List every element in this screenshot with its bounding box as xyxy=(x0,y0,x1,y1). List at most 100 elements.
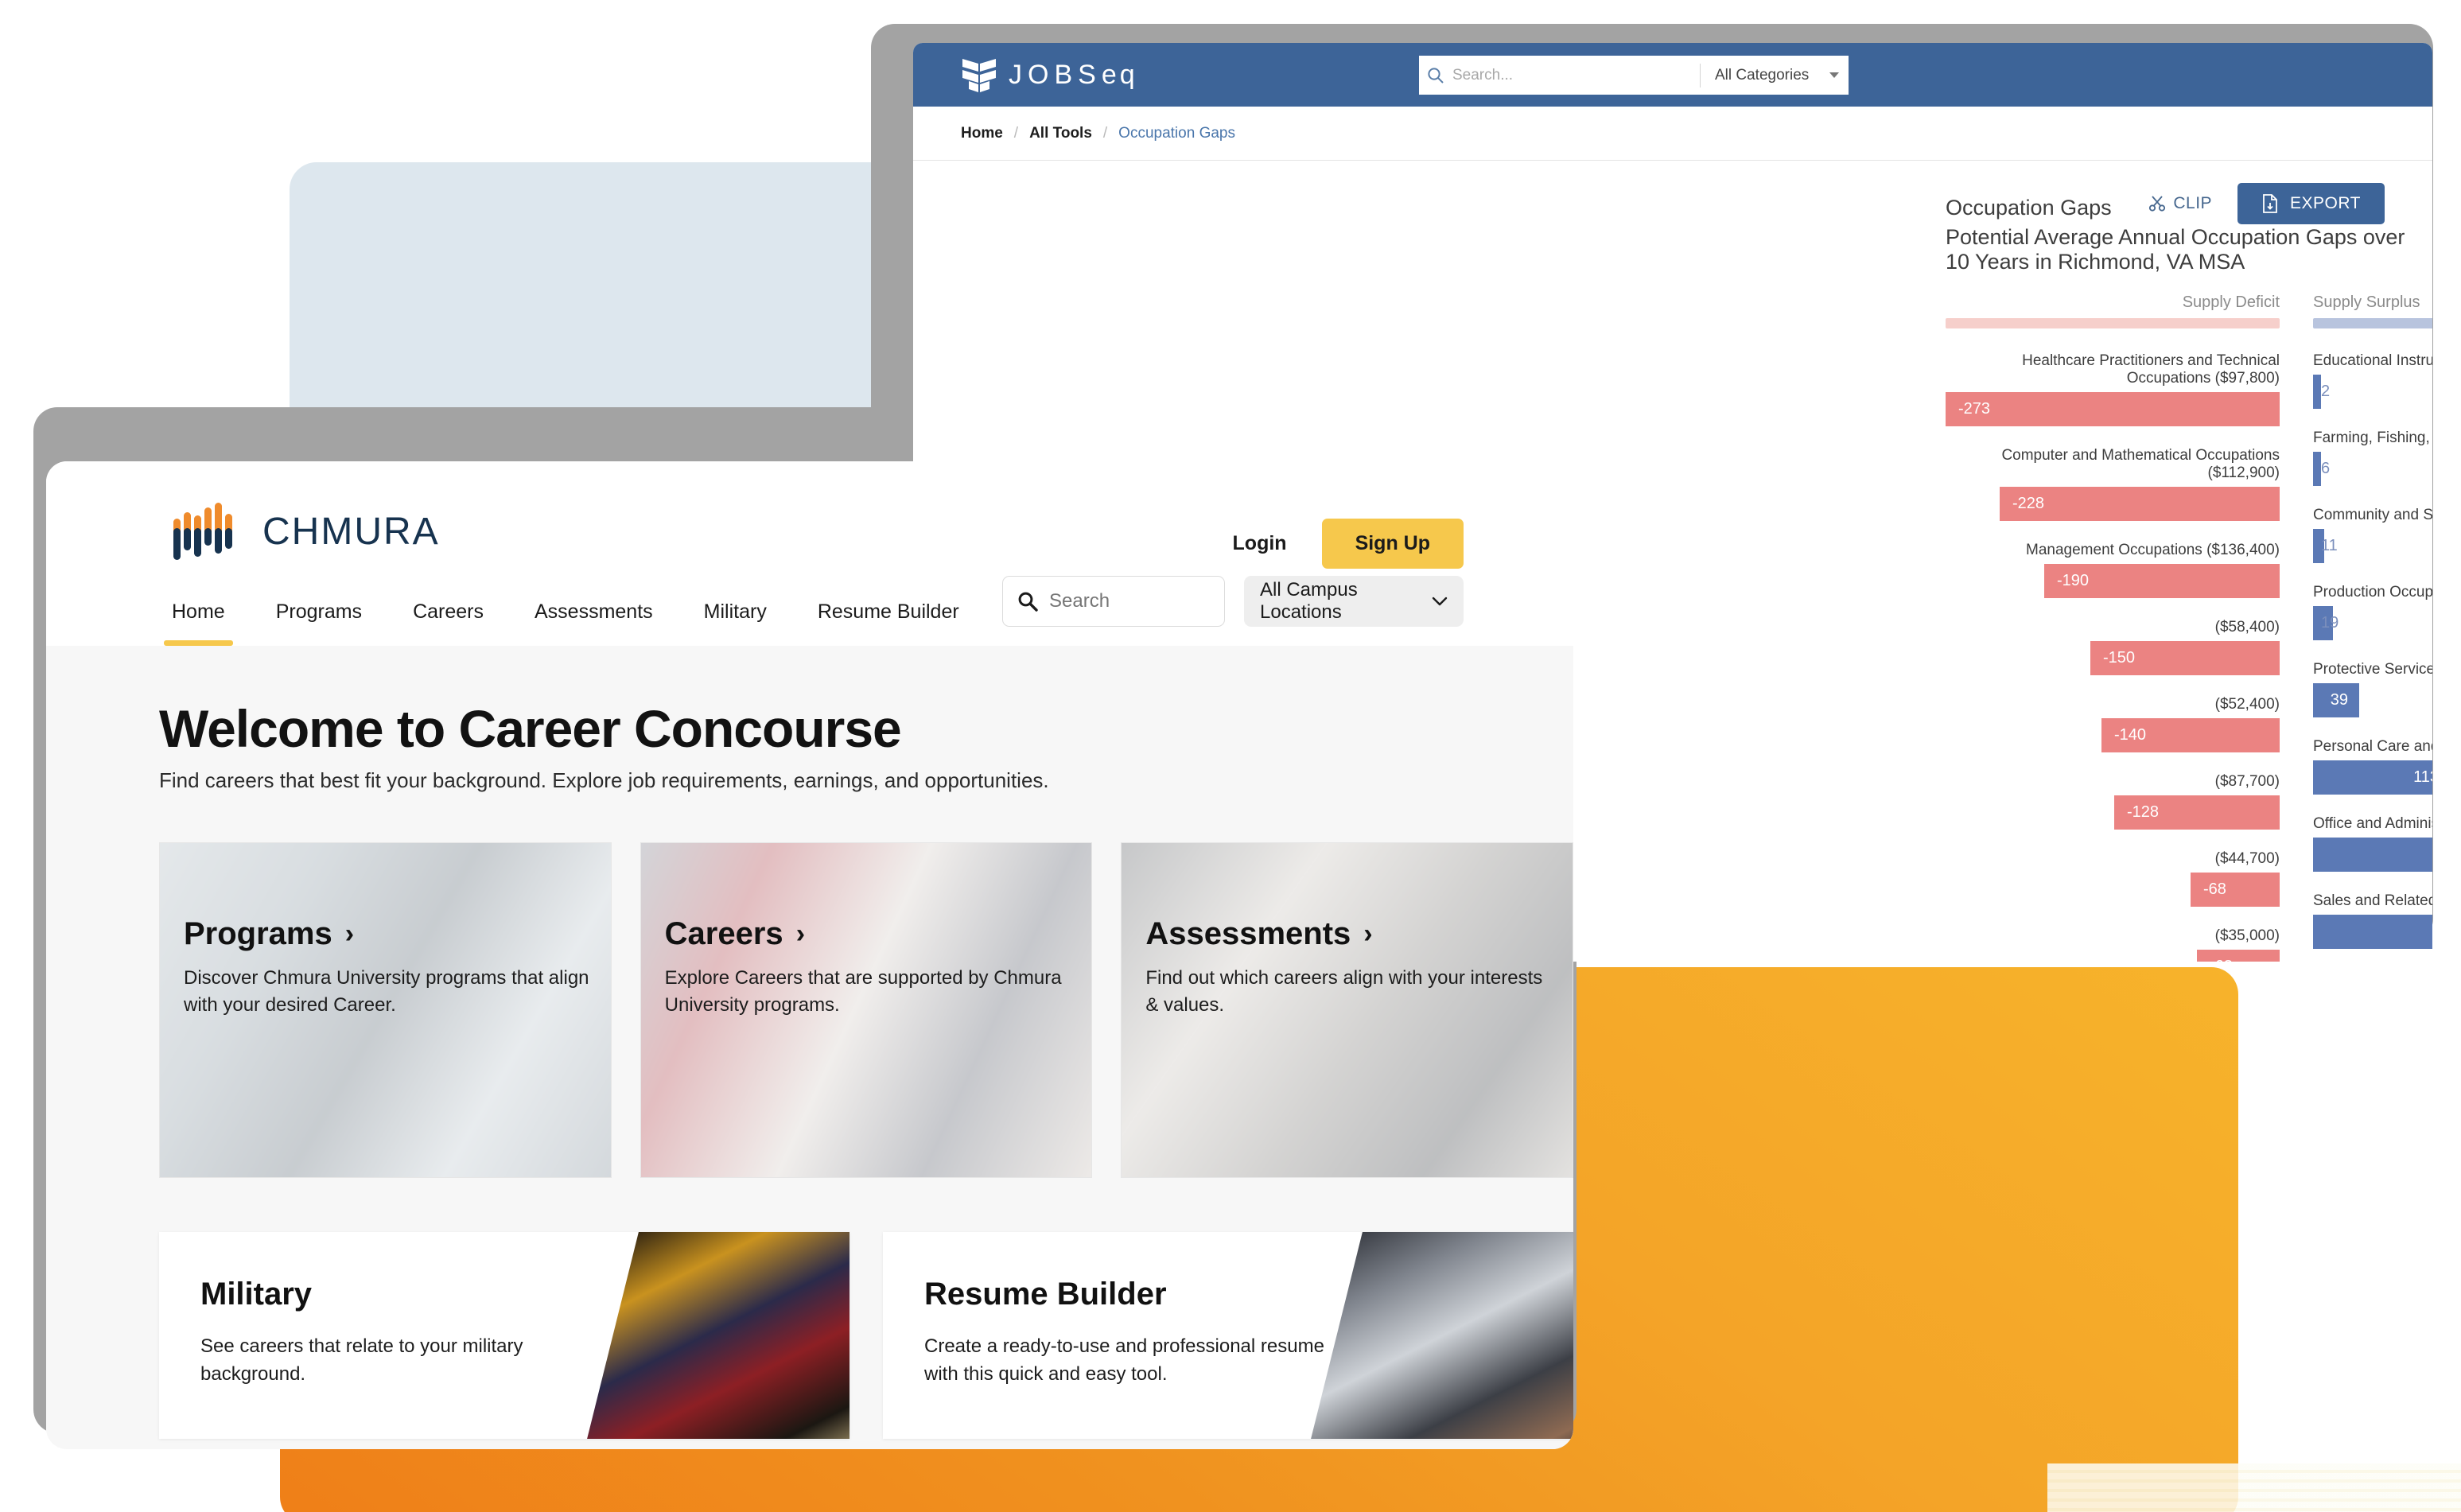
card-photo xyxy=(579,1232,849,1439)
jobseq-chevron-logo-icon xyxy=(961,56,997,94)
supply-surplus-rows: Educational Instruction and Library Occu… xyxy=(2313,352,2432,962)
breadcrumb-separator: / xyxy=(1013,124,1019,142)
bar-label: Sales and Related Occupations ($53,600) xyxy=(2313,892,2432,909)
export-button-label: EXPORT xyxy=(2290,194,2361,212)
bar[interactable]: -273 xyxy=(1946,392,2280,426)
chart-row: Educational Instruction and Library Occu… xyxy=(2313,352,2432,409)
bar[interactable]: 6 xyxy=(2313,452,2330,486)
bar-value: 2 xyxy=(2321,383,2331,400)
card-body: Careers › Explore Careers that are suppo… xyxy=(665,916,1073,1019)
supply-surplus-column: Supply Surplus Educational Instruction a… xyxy=(2313,293,2432,962)
bar[interactable]: 113 xyxy=(2313,760,2432,795)
card-title: Resume Builder xyxy=(924,1277,1167,1312)
bar-value: -63 xyxy=(2210,958,2233,962)
card-title-text: Careers xyxy=(664,916,783,951)
jobseq-category-select[interactable]: All Categories xyxy=(1701,67,1849,84)
chart-subtitle: Potential Average Annual Occupation Gaps… xyxy=(1946,225,2405,274)
chmura-main-content: Welcome to Career Concourse Find careers… xyxy=(46,646,1573,1449)
bar-label: ($87,700) xyxy=(2214,773,2280,790)
supply-deficit-legend: Supply Deficit xyxy=(2182,293,2280,311)
clip-button-label: CLIP xyxy=(2173,194,2213,212)
scissors-icon xyxy=(2148,195,2166,212)
bar-label: ($44,700) xyxy=(2214,850,2280,867)
bar[interactable]: -68 xyxy=(2191,873,2280,907)
chart-row: Protective Service Occupations ($53,000)… xyxy=(2313,661,2432,717)
feature-card-grid: Programs › Discover Chmura University pr… xyxy=(46,793,1573,1178)
card-title: Assessments › xyxy=(1145,916,1553,952)
bar-label: ($58,400) xyxy=(2214,619,2280,636)
card-title: Careers › xyxy=(665,916,1073,952)
chart-row: Management Occupations ($136,400) -190 xyxy=(1946,542,2280,598)
chevron-down-icon xyxy=(1829,72,1839,78)
supply-deficit-rows: Healthcare Practitioners and Technical O… xyxy=(1946,352,2280,962)
card-description: See careers that relate to your military… xyxy=(200,1335,523,1385)
nav-item-programs[interactable]: Programs xyxy=(276,601,362,646)
card-description: Discover Chmura University programs that… xyxy=(184,967,589,1016)
card-title-text: Programs xyxy=(184,916,332,951)
bar[interactable]: 2 xyxy=(2313,375,2330,409)
card-programs[interactable]: Programs › Discover Chmura University pr… xyxy=(159,842,612,1178)
chmura-search-box[interactable] xyxy=(1002,576,1225,627)
breadcrumb-home[interactable]: Home xyxy=(961,125,1003,142)
jobseq-search-input[interactable] xyxy=(1452,66,1700,84)
card-body: Military See careers that relate to your… xyxy=(200,1277,614,1389)
search-icon xyxy=(1017,591,1038,612)
campus-location-value: All Campus Locations xyxy=(1260,579,1358,623)
chart-row: ($44,700) -68 xyxy=(1946,850,2280,907)
card-description: Explore Careers that are supported by Ch… xyxy=(664,967,1062,1016)
search-icon xyxy=(1419,67,1452,84)
bar[interactable]: -228 xyxy=(2000,487,2280,521)
card-careers[interactable]: Careers › Explore Careers that are suppo… xyxy=(640,842,1093,1178)
jobseq-topbar: JOBSeq All Categories xyxy=(913,43,2432,107)
bar[interactable]: -140 xyxy=(2101,718,2280,752)
chart-row: Sales and Related Occupations ($53,600) … xyxy=(2313,892,2432,949)
chmura-header: CHMURA Login Sign Up Home Programs Caree… xyxy=(46,461,1573,646)
bar[interactable]: 19 xyxy=(2313,606,2339,640)
chart-row: Personal Care and Service Occupations ($… xyxy=(2313,738,2432,795)
jobseq-search-bar[interactable]: All Categories xyxy=(1419,56,1849,95)
jobseq-wordmark: JOBSeq xyxy=(1009,59,1138,90)
export-button[interactable]: EXPORT xyxy=(2237,183,2385,224)
card-assessments[interactable]: Assessments › Find out which careers ali… xyxy=(1121,842,1573,1178)
jobseq-toolbar: CLIP EXPORT xyxy=(2148,183,2385,224)
breadcrumb-all-tools[interactable]: All Tools xyxy=(1029,125,1092,142)
bar[interactable]: 383 xyxy=(2313,915,2432,949)
bar-value: -68 xyxy=(2203,880,2226,898)
page-title: Welcome to Career Concourse xyxy=(159,699,902,758)
clip-button[interactable]: CLIP xyxy=(2148,194,2212,213)
bar-label: Protective Service Occupations ($53,000) xyxy=(2313,661,2432,678)
bar[interactable]: -190 xyxy=(2044,564,2280,598)
bar[interactable]: -128 xyxy=(2114,795,2280,830)
bar[interactable]: -63 xyxy=(2197,950,2280,962)
chmura-window: CHMURA Login Sign Up Home Programs Caree… xyxy=(46,461,1573,1449)
breadcrumb-current: Occupation Gaps xyxy=(1118,124,1235,142)
nav-item-home[interactable]: Home xyxy=(164,601,233,646)
chart-row: ($35,000) -63 xyxy=(1946,927,2280,962)
nav-item-assessments[interactable]: Assessments xyxy=(535,601,653,646)
card-resume-builder[interactable]: Resume Builder Create a ready-to-use and… xyxy=(883,1232,1573,1439)
campus-location-select[interactable]: All Campus Locations xyxy=(1244,576,1464,627)
card-description: Create a ready-to-use and professional r… xyxy=(924,1335,1324,1385)
nav-item-military[interactable]: Military xyxy=(704,601,767,646)
bar-label: ($35,000) xyxy=(2214,927,2280,944)
card-body: Resume Builder Create a ready-to-use and… xyxy=(924,1277,1338,1389)
card-title: Programs › xyxy=(184,916,592,952)
bar[interactable]: 39 xyxy=(2313,683,2359,717)
bar[interactable]: 301 xyxy=(2313,838,2432,872)
file-download-icon xyxy=(2261,194,2279,213)
card-photo xyxy=(1303,1232,1573,1439)
bar[interactable]: -150 xyxy=(2090,641,2280,675)
chart-row: ($87,700) -128 xyxy=(1946,773,2280,830)
bar[interactable]: 11 xyxy=(2313,529,2338,563)
nav-item-resume-builder[interactable]: Resume Builder xyxy=(818,601,959,646)
supply-deficit-column: Supply Deficit Healthcare Practitioners … xyxy=(1946,293,2280,962)
nav-item-careers[interactable]: Careers xyxy=(413,601,484,646)
chmura-nav-tools: All Campus Locations xyxy=(1002,576,1464,627)
jobseq-logo[interactable]: JOBSeq xyxy=(961,56,1138,94)
bar-value: 11 xyxy=(2321,537,2338,554)
card-military[interactable]: Military See careers that relate to your… xyxy=(159,1232,849,1439)
chmura-search-input[interactable] xyxy=(1049,590,1210,612)
page-subtitle: Find careers that best fit your backgrou… xyxy=(159,768,1049,792)
supply-surplus-rule xyxy=(2313,318,2432,328)
bar-label: Community and Social Service Occupations… xyxy=(2313,507,2432,523)
